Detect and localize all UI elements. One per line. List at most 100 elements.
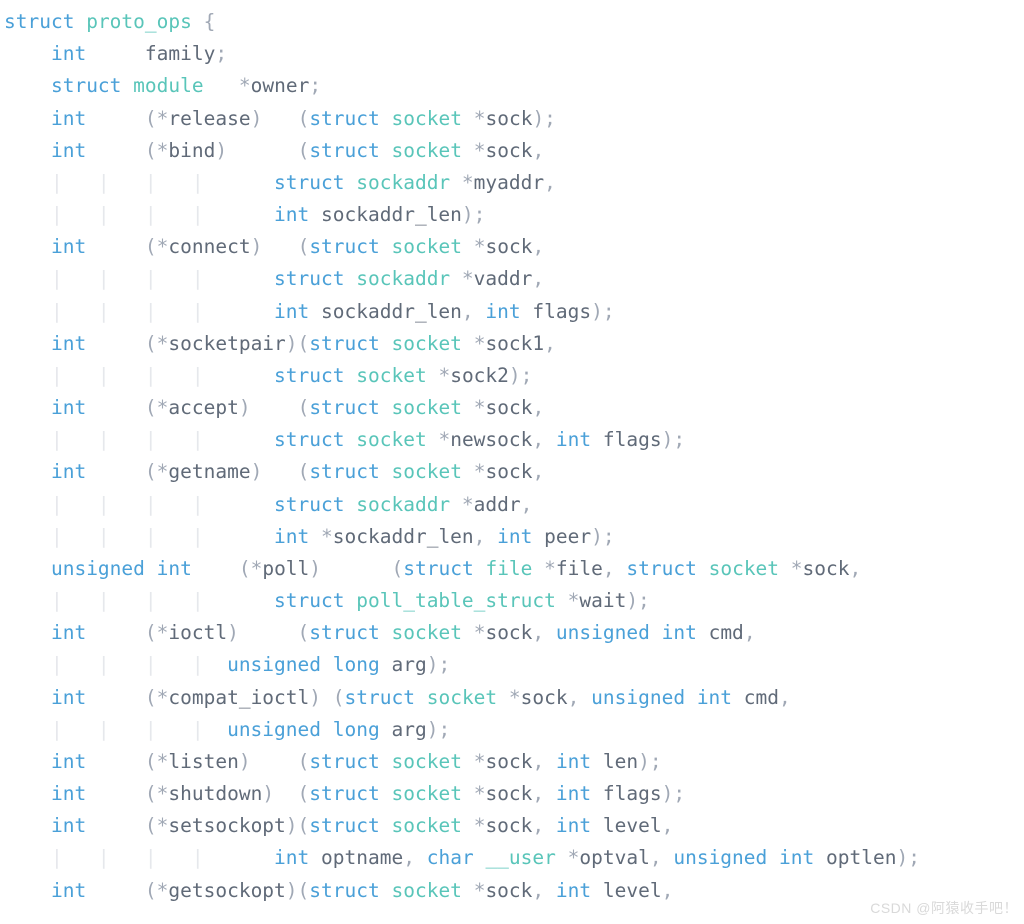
keyword-int: int bbox=[51, 750, 86, 773]
keyword-unsigned: unsigned bbox=[227, 653, 321, 676]
keyword-int: int bbox=[51, 107, 86, 130]
param-vaddr: vaddr bbox=[474, 267, 533, 290]
keyword-int: int bbox=[779, 846, 814, 869]
keyword-struct: struct bbox=[309, 814, 379, 837]
type-socket: socket bbox=[392, 750, 462, 773]
keyword-struct: struct bbox=[345, 686, 415, 709]
param-sock2: sock2 bbox=[450, 364, 509, 387]
keyword-int: int bbox=[662, 621, 697, 644]
keyword-int: int bbox=[274, 846, 309, 869]
keyword-struct: struct bbox=[4, 10, 74, 33]
keyword-struct: struct bbox=[309, 621, 379, 644]
keyword-unsigned: unsigned bbox=[556, 621, 650, 644]
field-bind: bind bbox=[168, 139, 215, 162]
param-sock: sock bbox=[485, 396, 532, 419]
keyword-char: char bbox=[427, 846, 474, 869]
keyword-struct: struct bbox=[274, 493, 344, 516]
param-flags: flags bbox=[532, 300, 591, 323]
keyword-struct: struct bbox=[309, 879, 379, 902]
param-flags: flags bbox=[603, 428, 662, 451]
type-socket: socket bbox=[709, 557, 779, 580]
type-sockaddr: sockaddr bbox=[356, 267, 450, 290]
param-wait: wait bbox=[579, 589, 626, 612]
code-block: struct proto_ops { int family; struct mo… bbox=[0, 0, 1024, 913]
keyword-int: int bbox=[51, 460, 86, 483]
field-release: release bbox=[168, 107, 250, 130]
param-sock: sock bbox=[485, 139, 532, 162]
keyword-int: int bbox=[51, 235, 86, 258]
param-sockaddr-len: sockaddr_len bbox=[333, 525, 474, 548]
keyword-unsigned: unsigned bbox=[591, 686, 685, 709]
field-setsockopt: setsockopt bbox=[168, 814, 285, 837]
param-arg: arg bbox=[391, 718, 426, 741]
keyword-int: int bbox=[51, 139, 86, 162]
type-proto-ops: proto_ops bbox=[86, 10, 192, 33]
keyword-int: int bbox=[556, 428, 591, 451]
param-sock: sock bbox=[521, 686, 568, 709]
keyword-int: int bbox=[556, 782, 591, 805]
type-socket: socket bbox=[391, 814, 461, 837]
type-socket: socket bbox=[392, 396, 462, 419]
keyword-struct: struct bbox=[309, 235, 379, 258]
param-sock: sock bbox=[485, 814, 532, 837]
keyword-int: int bbox=[51, 396, 86, 419]
type-sockaddr: sockaddr bbox=[356, 171, 450, 194]
type-module: module bbox=[133, 74, 203, 97]
param-myaddr: myaddr bbox=[474, 171, 544, 194]
param-sockaddr-len: sockaddr_len bbox=[321, 203, 462, 226]
field-connect: connect bbox=[168, 235, 250, 258]
type-socket: socket bbox=[356, 364, 426, 387]
field-owner: owner bbox=[251, 74, 310, 97]
keyword-int: int bbox=[51, 42, 86, 65]
param-peer: peer bbox=[544, 525, 591, 548]
keyword-int: int bbox=[51, 621, 86, 644]
keyword-struct: struct bbox=[274, 589, 344, 612]
keyword-int: int bbox=[697, 686, 732, 709]
keyword-int: int bbox=[51, 686, 86, 709]
keyword-int: int bbox=[556, 814, 591, 837]
keyword-int: int bbox=[274, 203, 309, 226]
keyword-int: int bbox=[51, 814, 86, 837]
field-getname: getname bbox=[168, 460, 250, 483]
param-level: level bbox=[603, 879, 662, 902]
type-socket: socket bbox=[427, 686, 497, 709]
keyword-int: int bbox=[274, 300, 309, 323]
field-compat-ioctl: compat_ioctl bbox=[168, 686, 309, 709]
csdn-watermark: CSDN @阿猿收手吧！ bbox=[870, 897, 1018, 920]
param-sock: sock bbox=[803, 557, 850, 580]
param-sock: sock bbox=[485, 782, 532, 805]
type-user: __user bbox=[485, 846, 555, 869]
field-socketpair: socketpair bbox=[168, 332, 285, 355]
keyword-struct: struct bbox=[274, 171, 344, 194]
param-sock: sock bbox=[485, 235, 532, 258]
keyword-struct: struct bbox=[309, 332, 379, 355]
type-socket: socket bbox=[392, 621, 462, 644]
param-sock: sock bbox=[485, 621, 532, 644]
field-ioctl: ioctl bbox=[168, 621, 227, 644]
type-socket: socket bbox=[392, 235, 462, 258]
keyword-int: int bbox=[51, 782, 86, 805]
param-newsock: newsock bbox=[450, 428, 532, 451]
keyword-struct: struct bbox=[309, 396, 379, 419]
keyword-struct: struct bbox=[309, 750, 379, 773]
param-cmd: cmd bbox=[709, 621, 744, 644]
keyword-struct: struct bbox=[626, 557, 696, 580]
keyword-int: int bbox=[274, 525, 309, 548]
param-flags: flags bbox=[603, 782, 662, 805]
field-accept: accept bbox=[168, 396, 238, 419]
keyword-struct: struct bbox=[309, 460, 379, 483]
param-optlen: optlen bbox=[826, 846, 896, 869]
type-file: file bbox=[485, 557, 532, 580]
keyword-struct: struct bbox=[274, 267, 344, 290]
field-listen: listen bbox=[168, 750, 238, 773]
param-optval: optval bbox=[579, 846, 649, 869]
keyword-int: int bbox=[157, 557, 192, 580]
type-socket: socket bbox=[392, 139, 462, 162]
param-sockaddr-len: sockaddr_len bbox=[321, 300, 462, 323]
param-sock: sock bbox=[485, 750, 532, 773]
type-socket: socket bbox=[392, 782, 462, 805]
keyword-struct: struct bbox=[403, 557, 473, 580]
type-sockaddr: sockaddr bbox=[356, 493, 450, 516]
keyword-unsigned: unsigned bbox=[227, 718, 321, 741]
param-optname: optname bbox=[321, 846, 403, 869]
